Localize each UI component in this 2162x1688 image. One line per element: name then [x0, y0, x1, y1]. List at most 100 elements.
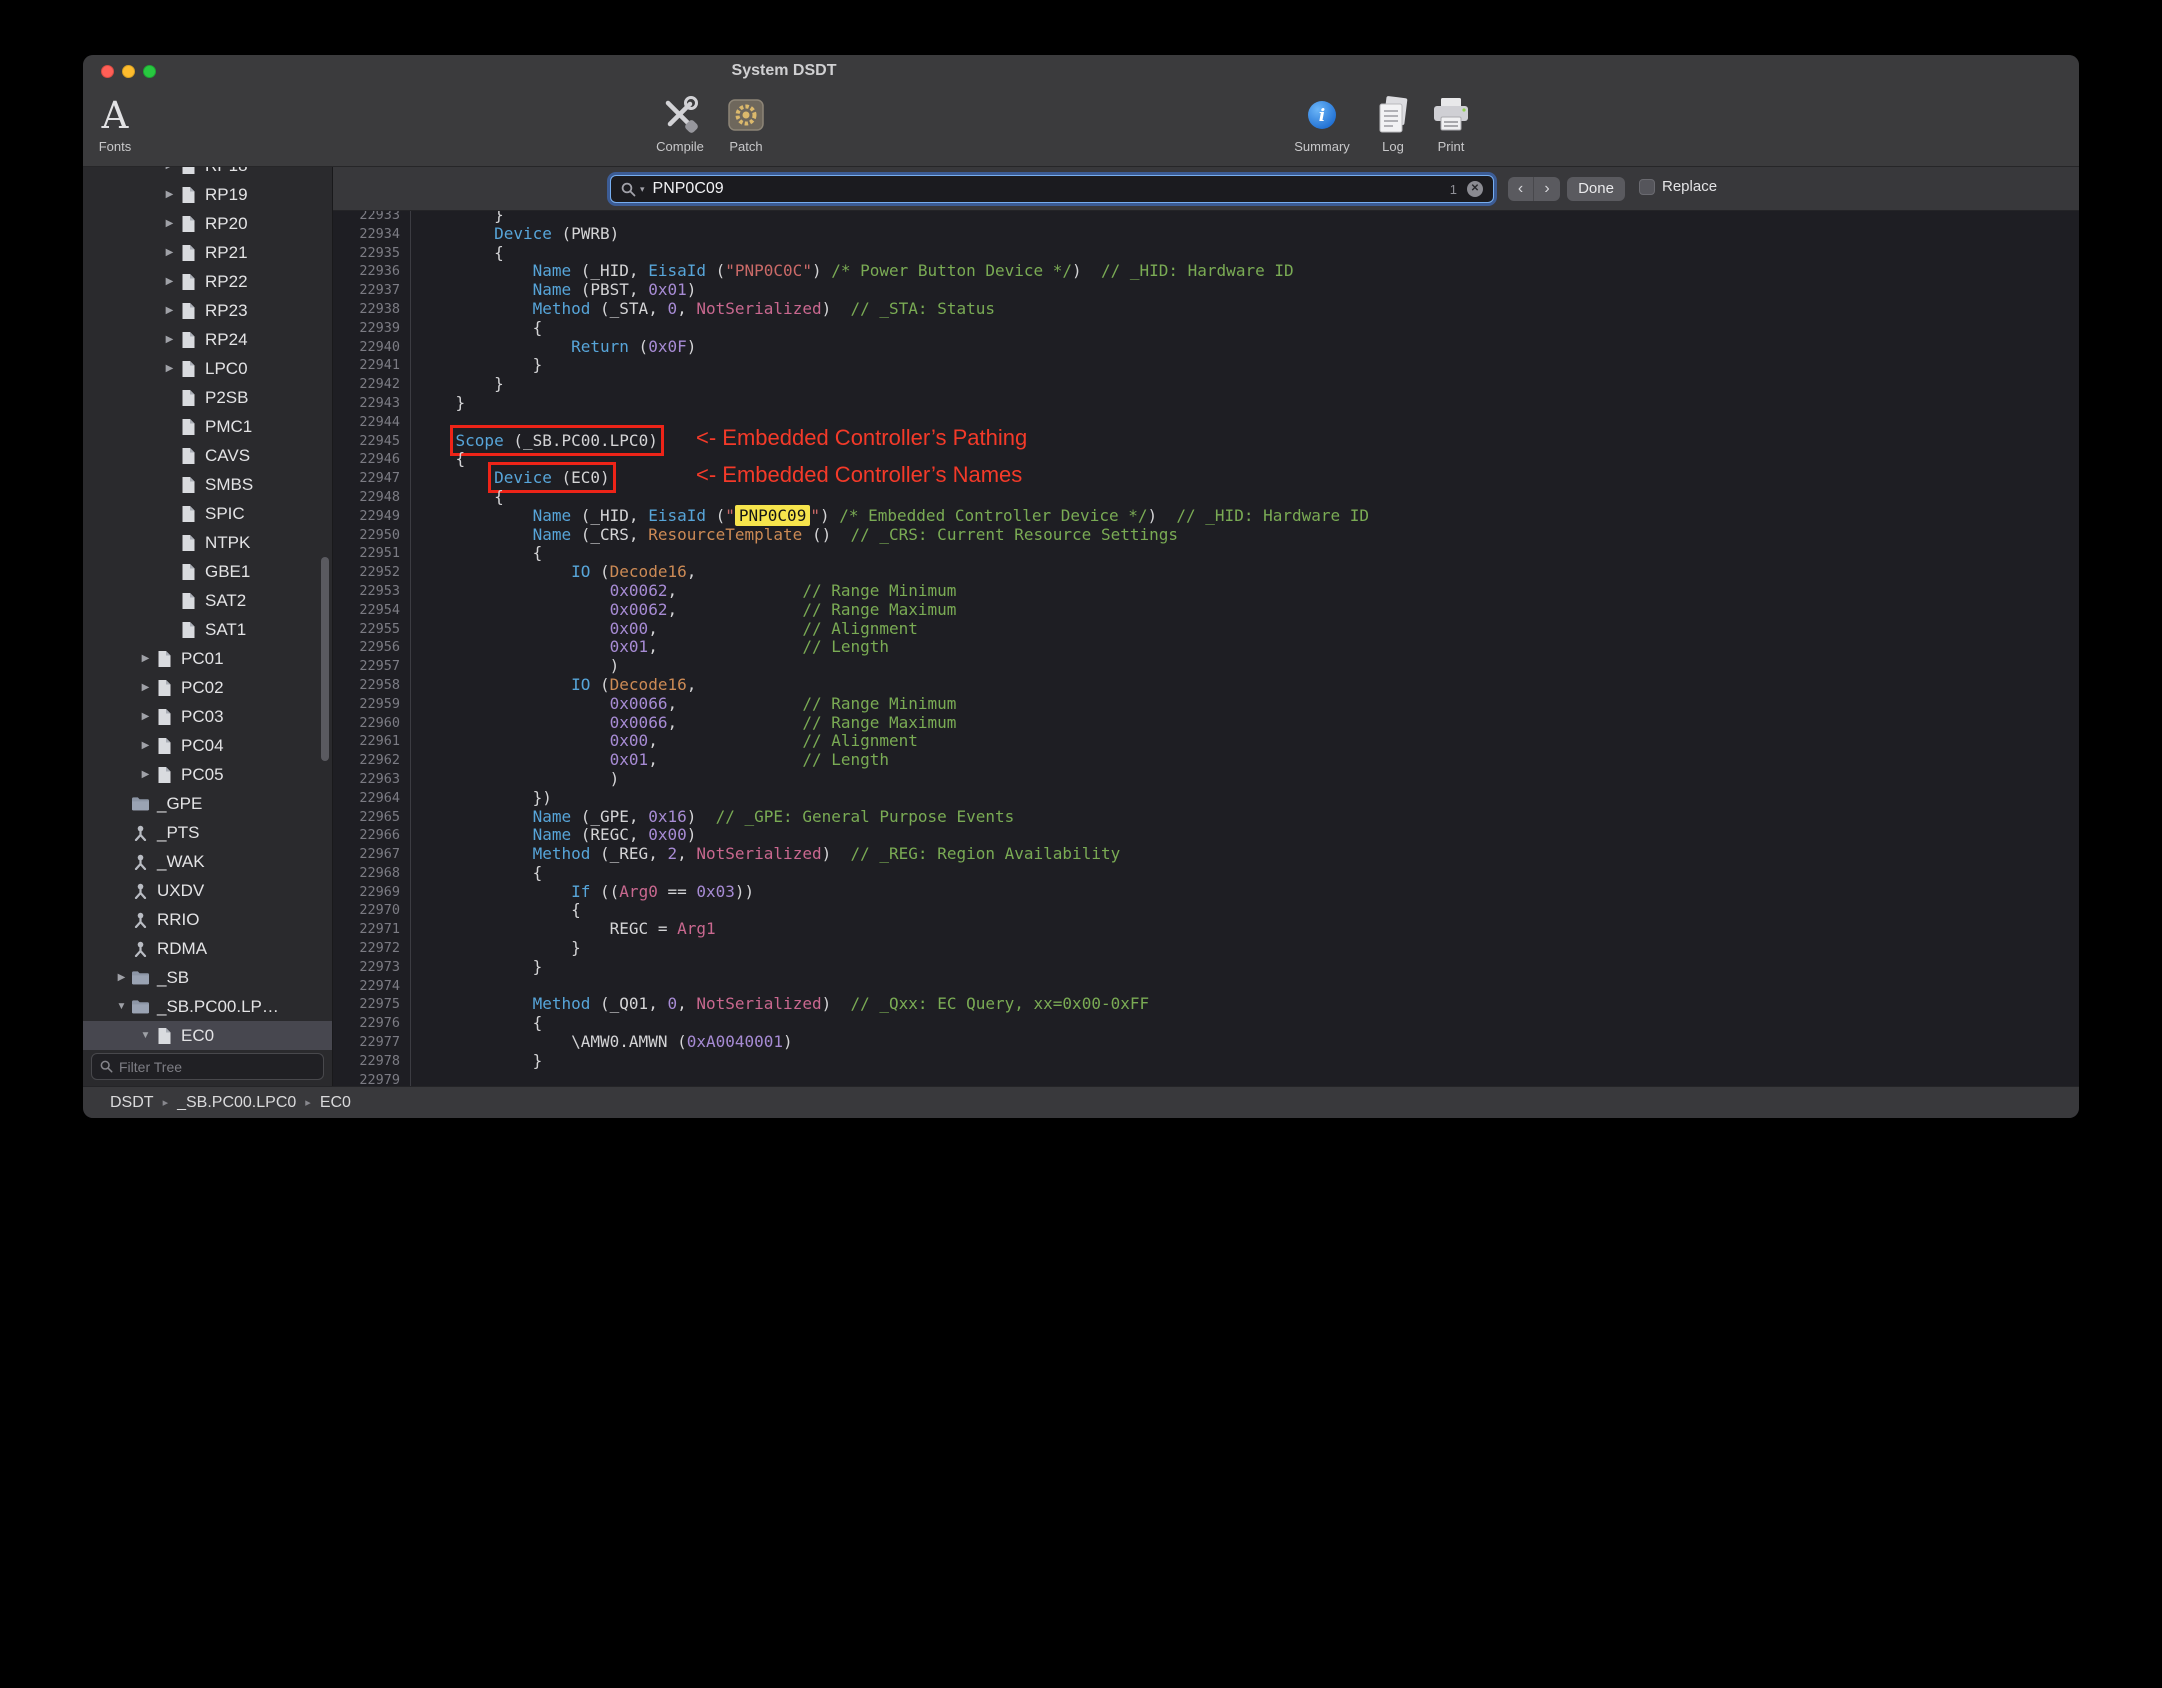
disclosure-triangle-icon[interactable]: ▶: [137, 711, 154, 722]
sidebar-item-sb[interactable]: ▶ _SB: [83, 963, 332, 992]
sidebar-item-label: NTPK: [205, 532, 251, 552]
disclosure-triangle-icon[interactable]: ▼: [113, 1001, 130, 1012]
sidebar-item-gbe1[interactable]: GBE1: [83, 557, 332, 586]
print-button[interactable]: Print: [1403, 91, 1499, 154]
sidebar-item-ntpk[interactable]: NTPK: [83, 528, 332, 557]
sidebar-item-label: RP22: [205, 271, 248, 291]
doc-icon: [178, 273, 198, 291]
sidebar-item-ec0[interactable]: ▼ EC0: [83, 1021, 332, 1050]
code-line-text: IO (Decode16,: [571, 562, 697, 582]
line-number: 22942: [333, 375, 411, 394]
code-line-text: ): [609, 656, 620, 676]
annotation-text: <- Embedded Controller’s Names: [696, 462, 1023, 488]
disclosure-triangle-icon[interactable]: ▼: [137, 1030, 154, 1041]
sidebar-item-lpc0[interactable]: ▶ LPC0: [83, 354, 332, 383]
code-line: 22970 {: [333, 901, 2079, 921]
done-button[interactable]: Done: [1567, 177, 1625, 201]
line-number: 22970: [333, 901, 411, 921]
sidebar-item-uxdv[interactable]: UXDV: [83, 876, 332, 905]
sidebar-item-pc03[interactable]: ▶ PC03: [83, 702, 332, 731]
sidebar-item-pmc1[interactable]: PMC1: [83, 412, 332, 441]
sidebar-item-pts[interactable]: _PTS: [83, 818, 332, 847]
code-line: 22953 0x0062, // Range Minimum: [333, 581, 2079, 601]
doc-icon: [178, 505, 198, 523]
code-line-text: }): [532, 787, 552, 807]
sidebar-item-label: EC0: [181, 1025, 215, 1045]
disclosure-triangle-icon[interactable]: ▶: [161, 363, 178, 374]
doc-icon: [154, 650, 174, 668]
sidebar-item-p2sb[interactable]: P2SB: [83, 383, 332, 412]
sidebar-item-sat2[interactable]: SAT2: [83, 586, 332, 615]
disclosure-triangle-icon[interactable]: ▶: [113, 972, 130, 983]
close-button[interactable]: [101, 65, 114, 78]
annotation-text: <- Embedded Controller’s Pathing: [696, 424, 1028, 450]
code-line: 22947 Device (EC0) <- Embedded Controller…: [333, 462, 2079, 494]
line-number: 22973: [333, 957, 411, 977]
sidebar-item-spic[interactable]: SPIC: [83, 499, 332, 528]
sidebar-item-cavs[interactable]: CAVS: [83, 441, 332, 470]
content-area: ▶ RP18 ▶ RP19 ▶ RP20 ▶ RP21 ▶ RP22 ▶ RP23 ▶ RP24 ▶ LPC0…: [83, 167, 2079, 1086]
code-editor[interactable]: 22933 } 22934 Device (PWRB) 22935 {22936 N…: [333, 211, 2079, 1086]
patch-button[interactable]: Patch: [698, 91, 794, 154]
code-line-text: \AMW0.AMWN (0xA0040001): [571, 1032, 793, 1052]
sidebar-item-rrio[interactable]: RRIO: [83, 905, 332, 934]
sidebar-item-rp20[interactable]: ▶ RP20: [83, 209, 332, 238]
sidebar-item-pc02[interactable]: ▶ PC02: [83, 673, 332, 702]
disclosure-triangle-icon[interactable]: ▶: [161, 334, 178, 345]
breadcrumb-separator-icon: ▸: [305, 1097, 311, 1109]
sidebar-item-pc01[interactable]: ▶ PC01: [83, 644, 332, 673]
breadcrumb-item[interactable]: EC0: [320, 1094, 351, 1112]
find-next-button[interactable]: ›: [1534, 177, 1560, 201]
search-menu-chevron-icon[interactable]: ▾: [640, 184, 645, 195]
disclosure-triangle-icon[interactable]: ▶: [161, 189, 178, 200]
sidebar-item-rp23[interactable]: ▶ RP23: [83, 296, 332, 325]
filter-tree-input[interactable]: Filter Tree: [91, 1053, 324, 1080]
sidebar-item-rp18[interactable]: ▶ RP18: [83, 167, 332, 180]
find-previous-button[interactable]: ‹: [1508, 177, 1534, 201]
minimize-button[interactable]: [122, 65, 135, 78]
breadcrumb-item[interactable]: DSDT: [110, 1094, 154, 1112]
code-line-text: }: [532, 956, 543, 976]
fonts-button[interactable]: A Fonts: [83, 91, 163, 155]
disclosure-triangle-icon[interactable]: ▶: [161, 305, 178, 316]
line-number: 22941: [333, 356, 411, 376]
sidebar-item-pc05[interactable]: ▶ PC05: [83, 760, 332, 789]
breadcrumb-item[interactable]: _SB.PC00.LPC0: [177, 1094, 296, 1112]
sidebar-item-sb-pc00-lp[interactable]: ▼ _SB.PC00.LP…: [83, 992, 332, 1021]
replace-checkbox[interactable]: [1639, 178, 1655, 195]
line-number: 22940: [333, 337, 411, 357]
disclosure-triangle-icon[interactable]: ▶: [161, 276, 178, 287]
sidebar-item-rp19[interactable]: ▶ RP19: [83, 180, 332, 209]
sidebar-item-wak[interactable]: _WAK: [83, 847, 332, 876]
line-number: 22968: [333, 863, 411, 883]
line-number: 22961: [333, 732, 411, 752]
disclosure-triangle-icon[interactable]: ▶: [161, 218, 178, 229]
line-number: 22964: [333, 788, 411, 808]
sidebar-item-rp21[interactable]: ▶ RP21: [83, 238, 332, 267]
code-line: 22969 If ((Arg0 == 0x03)): [333, 882, 2079, 902]
sidebar-item-rdma[interactable]: RDMA: [83, 934, 332, 963]
disclosure-triangle-icon[interactable]: ▶: [161, 247, 178, 258]
disclosure-triangle-icon[interactable]: ▶: [137, 653, 154, 664]
sidebar-item-rp24[interactable]: ▶ RP24: [83, 325, 332, 354]
disclosure-triangle-icon[interactable]: ▶: [161, 167, 178, 171]
search-field[interactable]: ▾ PNP0C09 1 ✕: [610, 175, 1494, 203]
sidebar-item-smbs[interactable]: SMBS: [83, 470, 332, 499]
sidebar-item-pc04[interactable]: ▶ PC04: [83, 731, 332, 760]
fonts-icon: A: [101, 93, 129, 137]
sidebar-item-label: RP20: [205, 213, 248, 233]
disclosure-triangle-icon[interactable]: ▶: [137, 682, 154, 693]
code-line-text: }: [532, 355, 543, 375]
sidebar-item-sat1[interactable]: SAT1: [83, 615, 332, 644]
search-query-text: PNP0C09: [652, 180, 724, 197]
zoom-button[interactable]: [143, 65, 156, 78]
sidebar-item-rp22[interactable]: ▶ RP22: [83, 267, 332, 296]
code-line: 22967 Method (_REG, 2, NotSerialized) //…: [333, 844, 2079, 864]
sidebar-scrollbar[interactable]: [321, 557, 329, 761]
sidebar-item-label: _SB.PC00.LP…: [157, 996, 279, 1016]
code-line: 22934 Device (PWRB): [333, 224, 2079, 244]
disclosure-triangle-icon[interactable]: ▶: [137, 740, 154, 751]
clear-search-icon[interactable]: ✕: [1467, 181, 1483, 197]
sidebar-item-gpe[interactable]: _GPE: [83, 789, 332, 818]
disclosure-triangle-icon[interactable]: ▶: [137, 769, 154, 780]
